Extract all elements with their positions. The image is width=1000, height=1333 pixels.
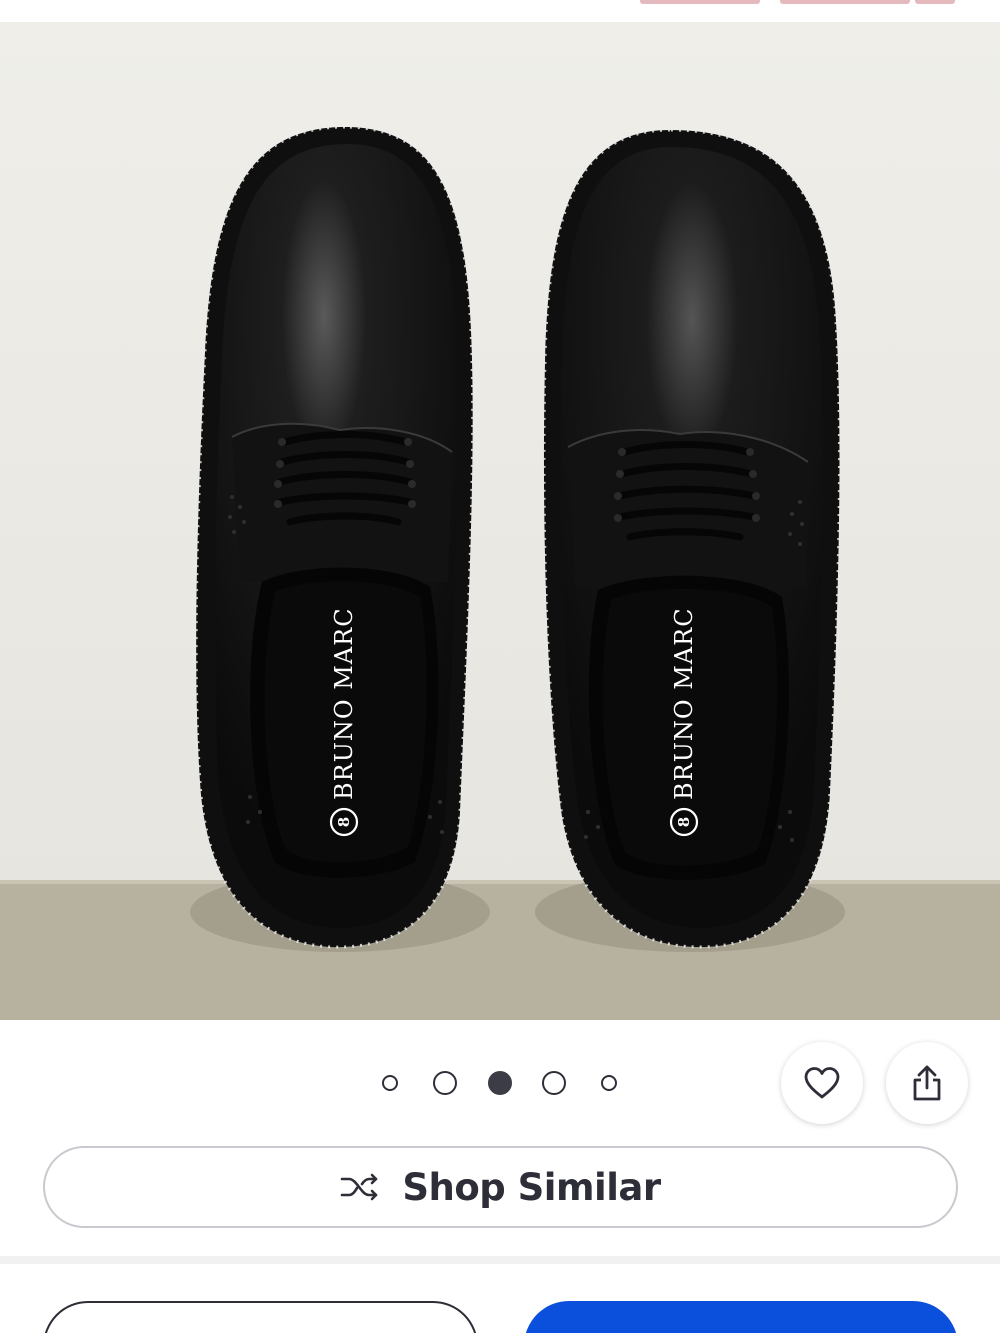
primary-action-button[interactable] xyxy=(524,1301,958,1333)
section-divider xyxy=(0,1256,1000,1264)
left-shoe: 8 BRUNO MARC xyxy=(194,125,475,949)
product-photo: 8 BRUNO MARC 8 BRUNO MARC xyxy=(0,22,1000,1020)
insole-badge: 8 xyxy=(675,817,693,827)
right-shoe: 8 BRUNO MARC xyxy=(542,128,841,949)
carousel-dot-3[interactable] xyxy=(488,1071,512,1095)
carousel-dot-1[interactable] xyxy=(382,1075,398,1091)
clipped-element xyxy=(915,0,955,4)
secondary-action-button[interactable] xyxy=(43,1301,478,1333)
carousel-dot-2[interactable] xyxy=(433,1071,457,1095)
insole-brand-left: BRUNO MARC xyxy=(330,607,358,800)
clipped-element xyxy=(780,0,910,4)
shuffle-icon xyxy=(341,1173,378,1201)
heart-icon xyxy=(804,1067,840,1099)
carousel-dot-4[interactable] xyxy=(542,1071,566,1095)
carousel-dot-5[interactable] xyxy=(601,1075,617,1091)
insole-brand-right: BRUNO MARC xyxy=(670,607,698,800)
share-button[interactable] xyxy=(886,1042,968,1124)
shop-similar-label: Shop Similar xyxy=(402,1165,661,1209)
clipped-element xyxy=(640,0,760,4)
favorite-button[interactable] xyxy=(781,1042,863,1124)
product-image[interactable]: 8 BRUNO MARC 8 BRUNO MARC xyxy=(0,22,1000,1020)
carousel-pagination xyxy=(370,1064,630,1100)
share-icon xyxy=(913,1065,941,1101)
shop-similar-button[interactable]: Shop Similar xyxy=(43,1146,958,1228)
top-strip xyxy=(0,0,1000,22)
bottom-action-bar xyxy=(0,1264,1000,1333)
insole-badge: 8 xyxy=(335,817,353,827)
